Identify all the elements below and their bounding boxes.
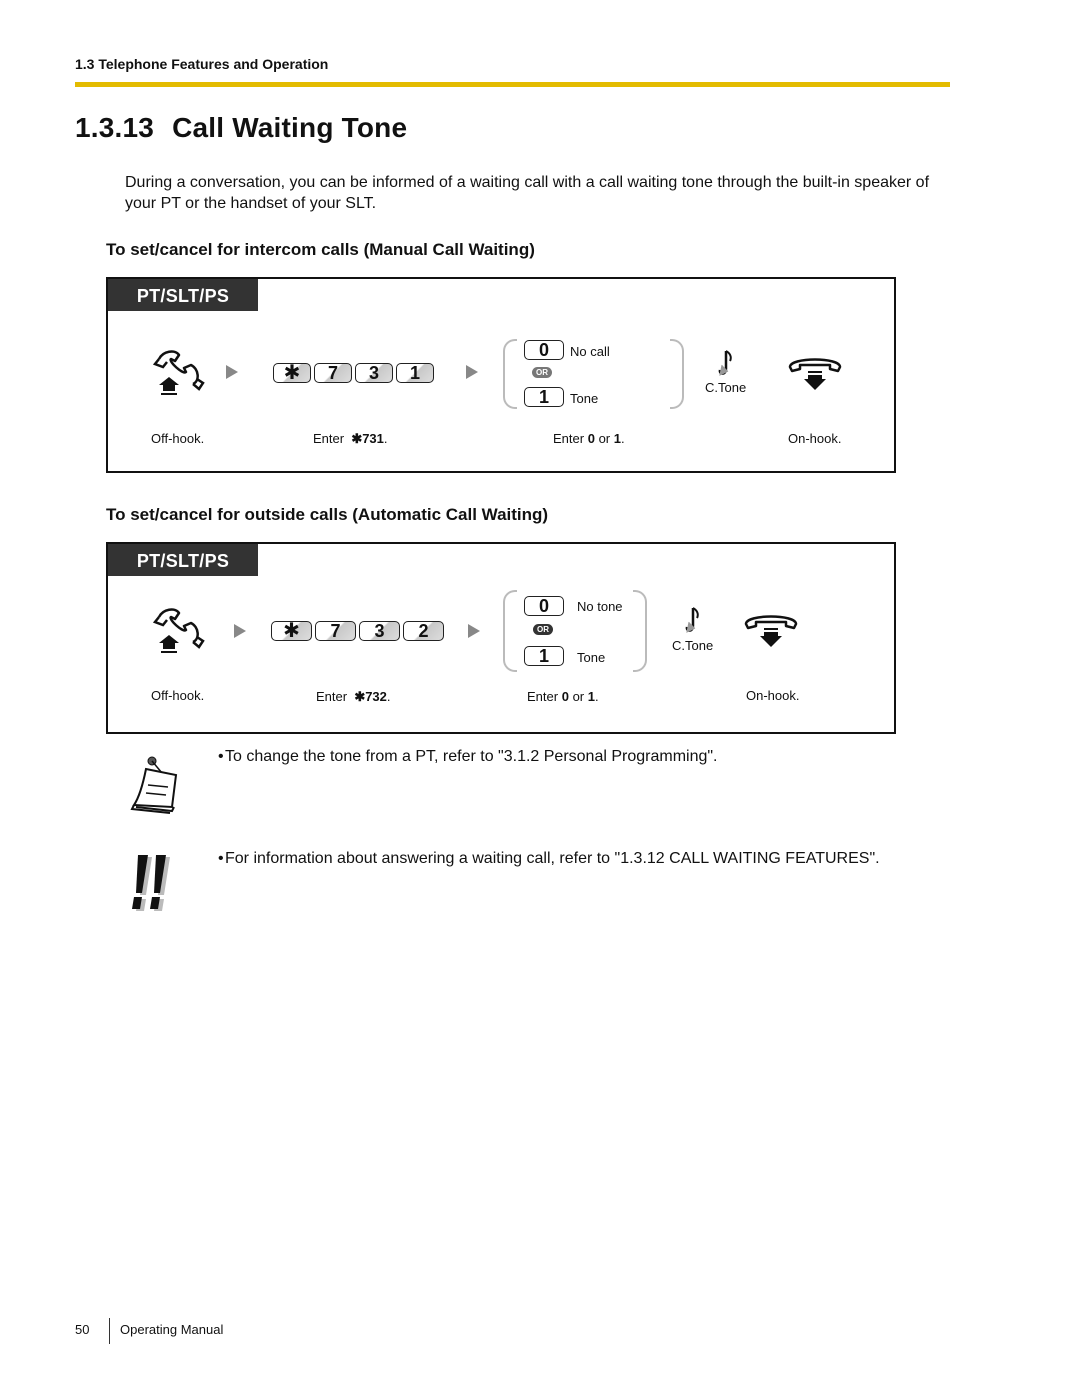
option-key-1: 1 [524,646,564,666]
procedure-heading-outside: To set/cancel for outside calls (Automat… [106,505,549,524]
offhook-handset-icon [153,350,205,395]
memo-note-icon [130,756,178,814]
option-bracket-left [503,590,517,672]
caption-onhook: On-hook. [746,688,800,703]
running-header: 1.3 Telephone Features and Operation [75,56,329,72]
ctone-label: C.Tone [705,380,747,395]
step-arrow-icon [466,365,478,379]
option-key-0: 0 [524,596,564,616]
music-note-icon [685,607,699,633]
caption-onhook: On-hook. [788,431,842,446]
key-3: 3 [359,621,400,641]
caption-choice-prefix: Enter [527,689,559,704]
key-7: 7 [315,621,356,641]
key-star: ✱ [273,363,311,383]
option-bracket-left [503,339,517,409]
header-rule [75,82,950,87]
option-label-no-call: No call [570,344,610,359]
page-title: 1.3.13 Call Waiting Tone [75,112,407,144]
caption-choice-prefix: Enter [553,431,585,446]
option-bracket-right [633,590,647,672]
ctone-label: C.Tone [672,638,714,653]
caption-enter-code: Enter ✱732. [316,689,391,705]
section-number: 1.3.13 [75,112,155,143]
key-3: 3 [355,363,393,383]
step-arrow-icon [226,365,238,379]
caption-suffix: . [386,689,391,704]
procedure-heading-intercom: To set/cancel for intercom calls (Manual… [106,240,535,259]
option-label-tone: Tone [577,650,606,665]
option-label-tone: Tone [570,391,599,406]
caption-choice-suffix: . [594,689,599,704]
intro-paragraph: During a conversation, you can be inform… [125,174,930,212]
page-number: 50 [75,1322,90,1337]
caption-choice-suffix: . [620,431,625,446]
option-key-1: 1 [524,387,564,407]
device-tab: PT/SLT/PS [108,279,258,311]
note-bullet: • [218,850,224,867]
caption-code: ✱731 [351,431,384,446]
key-star: ✱ [271,621,312,641]
caption-choice-a: 0 [561,689,569,704]
offhook-handset-icon [153,608,205,653]
section-title: Call Waiting Tone [172,112,408,143]
caption-enter-choice: Enter 0 or 1. [553,431,625,446]
caption-choice-or: or [572,689,585,704]
step-arrow-icon [468,624,480,638]
caption-choice-b: 1 [587,689,595,704]
feature-code-keys: ✱ 7 3 1 [273,363,434,383]
step-arrow-icon [234,624,246,638]
caption-enter-code: Enter ✱731. [313,431,388,447]
onhook-handset-icon [788,358,842,390]
procedure-panel-outside: PT/SLT/PS ✱ 7 3 2 0 No tone OR 1 Tone C.… [106,542,896,734]
device-tab: PT/SLT/PS [108,544,258,576]
caption-choice-b: 1 [613,431,621,446]
caption-choice-or: or [598,431,611,446]
caption-enter-prefix: Enter [316,689,348,704]
note-text-personal-programming: To change the tone from a PT, refer to "… [225,748,718,765]
onhook-handset-icon [744,615,798,647]
option-bracket-right [670,339,684,409]
double-exclamation-icon [132,855,170,911]
option-label-no-tone: No tone [577,599,623,614]
key-2: 2 [403,621,444,641]
feature-code-keys: ✱ 7 3 2 [271,621,444,641]
caption-suffix: . [383,431,388,446]
note-bullet: • [218,748,224,765]
or-badge: OR [532,367,552,378]
footer-divider [109,1318,110,1344]
or-badge: OR [533,624,553,635]
caption-enter-choice: Enter 0 or 1. [527,689,599,704]
footer-label: Operating Manual [120,1322,224,1337]
key-7: 7 [314,363,352,383]
caption-code: ✱732 [354,689,387,704]
key-1: 1 [396,363,434,383]
caption-choice-a: 0 [587,431,595,446]
procedure-panel-intercom: PT/SLT/PS ✱ 7 3 1 0 No call OR 1 Tone C.… [106,277,896,473]
caption-offhook: Off-hook. [151,688,205,703]
caption-enter-prefix: Enter [313,431,345,446]
caption-offhook: Off-hook. [151,431,205,446]
option-key-0: 0 [524,340,564,360]
music-note-icon [718,350,732,376]
note-text-call-waiting-features: For information about answering a waitin… [225,850,880,867]
